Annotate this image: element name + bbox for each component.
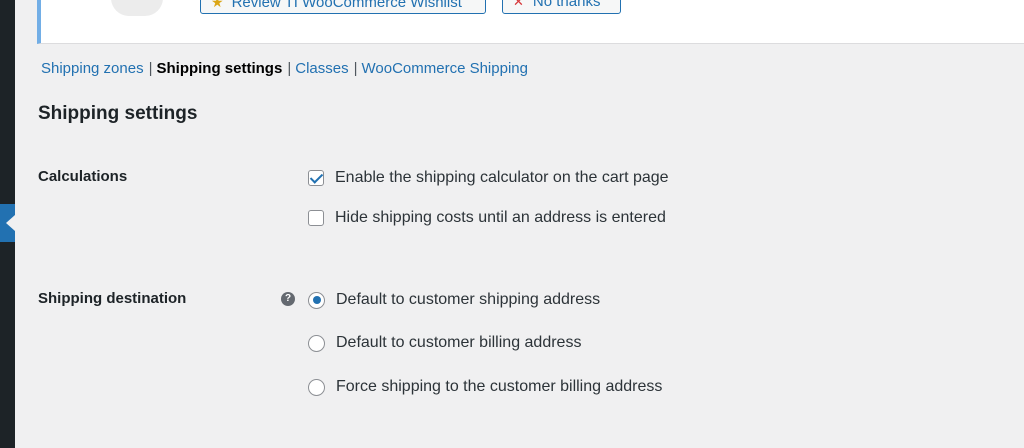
hide-shipping-costs-option[interactable]: Hide shipping costs until an address is … (308, 208, 666, 228)
sidebar-current-arrow-icon (6, 215, 15, 231)
no-thanks-button[interactable]: ✕ No thanks (502, 0, 621, 14)
review-button-label: Review TI WooCommerce Wishlist (231, 0, 462, 11)
default-shipping-address-label: Default to customer shipping address (336, 291, 601, 308)
close-icon: ✕ (513, 0, 524, 9)
shipping-subnav: Shipping zones | Shipping settings | Classes… (41, 60, 528, 77)
default-billing-address-radio[interactable] (308, 334, 325, 352)
subnav-classes[interactable]: Classes (295, 60, 348, 77)
subnav-woocommerce-shipping[interactable]: WooCommerce Shipping (362, 60, 528, 77)
hide-shipping-costs-label: Hide shipping costs until an address is … (335, 209, 666, 226)
no-thanks-label: No thanks (532, 0, 601, 10)
plugin-logo (111, 0, 163, 16)
review-button[interactable]: ★ Review TI WooCommerce Wishlist (200, 0, 486, 14)
enable-shipping-calculator-checkbox[interactable] (308, 170, 324, 186)
default-billing-address-label: Default to customer billing address (336, 334, 582, 351)
hide-shipping-costs-checkbox[interactable] (308, 210, 324, 226)
subnav-shipping-settings[interactable]: Shipping settings (156, 60, 282, 77)
calculations-label: Calculations (38, 168, 128, 185)
subnav-shipping-zones[interactable]: Shipping zones (41, 60, 144, 77)
page-title: Shipping settings (38, 103, 198, 124)
subnav-separator: | (287, 60, 292, 77)
subnav-separator: | (148, 60, 153, 77)
force-billing-address-radio[interactable] (308, 378, 325, 396)
star-icon: ★ (211, 0, 224, 10)
default-billing-address-option[interactable]: Default to customer billing address (308, 333, 581, 353)
enable-shipping-calculator-option[interactable]: Enable the shipping calculator on the ca… (308, 168, 669, 188)
shipping-destination-label: Shipping destination (38, 290, 187, 307)
force-billing-address-label: Force shipping to the customer billing a… (336, 378, 663, 395)
review-notice: ★ Review TI WooCommerce Wishlist ✕ No than… (37, 0, 1024, 44)
default-shipping-address-option[interactable]: Default to customer shipping address (308, 290, 600, 310)
enable-shipping-calculator-label: Enable the shipping calculator on the ca… (335, 169, 669, 186)
force-billing-address-option[interactable]: Force shipping to the customer billing a… (308, 377, 662, 397)
help-tip-icon[interactable]: ? (281, 292, 295, 306)
subnav-separator: | (353, 60, 358, 77)
default-shipping-address-radio[interactable] (308, 291, 325, 309)
